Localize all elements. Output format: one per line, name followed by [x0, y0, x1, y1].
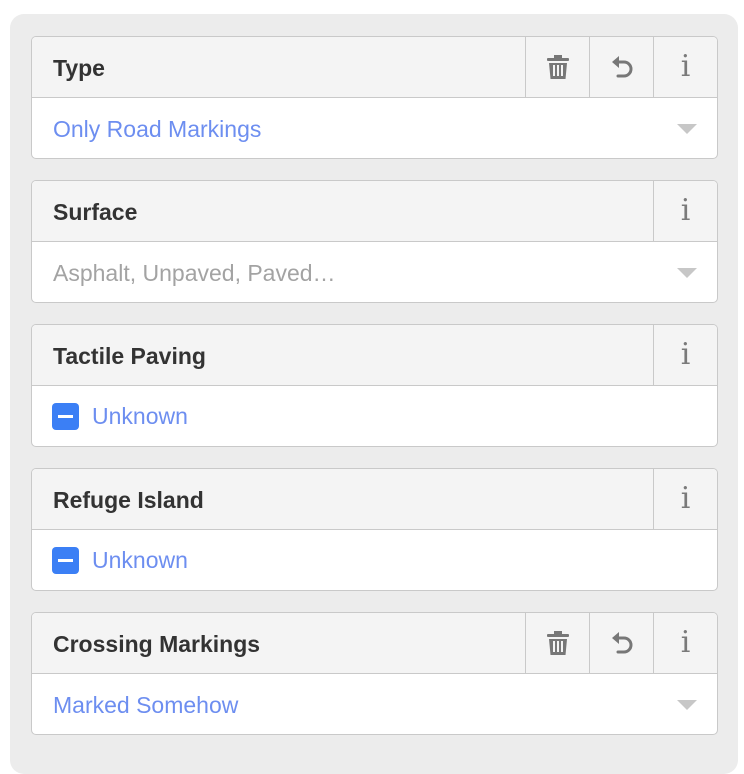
refuge-island-check[interactable]: Unknown: [52, 530, 188, 590]
tactile-paving-field: Tactile Paving i Unknown: [31, 324, 718, 447]
field-header: Crossing Markings i: [32, 613, 717, 674]
trash-icon: [546, 55, 569, 79]
field-header: Refuge Island i: [32, 469, 717, 530]
indeterminate-checkbox-icon[interactable]: [52, 402, 79, 430]
field-label-crossing-markings: Crossing Markings: [53, 631, 261, 657]
info-button[interactable]: i: [653, 181, 717, 241]
remove-button[interactable]: [525, 37, 589, 97]
undo-button[interactable]: [589, 37, 653, 97]
surface-combo-input[interactable]: [53, 257, 653, 289]
info-button[interactable]: i: [653, 325, 717, 385]
info-icon: i: [680, 337, 691, 372]
field-body: Unknown: [32, 386, 717, 446]
field-label-refuge-island: Refuge Island: [53, 487, 204, 513]
info-icon: i: [680, 625, 691, 660]
indeterminate-checkbox-icon[interactable]: [52, 546, 79, 574]
field-body: Marked Somehow: [32, 674, 717, 734]
field-body: Only Road Markings: [32, 98, 717, 158]
info-button[interactable]: i: [653, 613, 717, 673]
undo-icon: [611, 632, 632, 654]
trash-icon: [546, 631, 569, 655]
field-label-tactile-paving: Tactile Paving: [53, 343, 206, 369]
crossing-markings-combo-value[interactable]: Marked Somehow: [53, 674, 238, 734]
info-icon: i: [680, 193, 691, 228]
field-header: Tactile Paving i: [32, 325, 717, 386]
dropdown-caret-icon[interactable]: [677, 124, 697, 134]
surface-field: Surface i: [31, 180, 718, 303]
refuge-island-field: Refuge Island i Unknown: [31, 468, 718, 591]
type-combo-value[interactable]: Only Road Markings: [53, 98, 261, 158]
dropdown-caret-icon[interactable]: [677, 700, 697, 710]
info-button[interactable]: i: [653, 469, 717, 529]
field-label-surface: Surface: [53, 199, 138, 225]
dropdown-caret-icon[interactable]: [677, 268, 697, 278]
type-field: Type i Only Road Markings: [31, 36, 718, 159]
info-button[interactable]: i: [653, 37, 717, 97]
field-header: Type i: [32, 37, 717, 98]
tactile-paving-check[interactable]: Unknown: [52, 386, 188, 446]
check-label: Unknown: [92, 402, 188, 429]
undo-button[interactable]: [589, 613, 653, 673]
info-icon: i: [680, 481, 691, 516]
info-icon: i: [680, 49, 691, 84]
field-body: Unknown: [32, 530, 717, 590]
check-label: Unknown: [92, 546, 188, 573]
field-body: [32, 242, 717, 302]
field-header: Surface i: [32, 181, 717, 242]
field-label-type: Type: [53, 55, 105, 81]
remove-button[interactable]: [525, 613, 589, 673]
undo-icon: [611, 56, 632, 78]
crossing-markings-field: Crossing Markings i Marked Somehow: [31, 612, 718, 735]
